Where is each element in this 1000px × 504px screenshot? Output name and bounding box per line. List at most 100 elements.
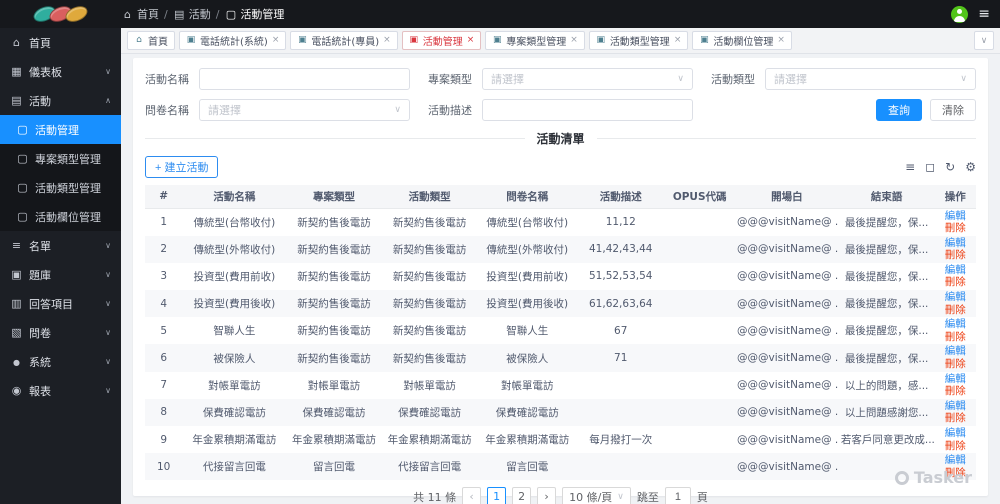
cell-project-type: 對帳單電訪 [307, 379, 361, 392]
cell-actions: 編輯 刪除 [934, 344, 976, 371]
cell-project-type: 新契約售後電訪 [297, 298, 371, 311]
edit-link[interactable]: 編輯 [936, 291, 974, 304]
sidebar-item-activity-management[interactable]: 活動管理 [0, 115, 121, 144]
cell-activity-name: 代接留言回電 [202, 461, 266, 474]
tab-phone-stats-agent[interactable]: 電話統計(專員) [290, 31, 398, 50]
sidebar-item-activity[interactable]: 活動 [0, 86, 121, 115]
document-icon [224, 9, 237, 20]
tab-activity-management[interactable]: 活動管理 [401, 31, 482, 50]
refresh-icon[interactable] [945, 161, 955, 173]
tab-activity-type-management[interactable]: 活動類型管理 [588, 31, 689, 50]
cell-opus-code [664, 208, 735, 236]
create-activity-button[interactable]: + 建立活動 [145, 156, 219, 178]
tab-phone-stats-system[interactable]: 電話統計(系統) [179, 31, 287, 50]
activity-name-label: 活動名稱 [145, 73, 189, 86]
user-avatar[interactable] [951, 5, 969, 23]
close-icon[interactable] [467, 36, 475, 45]
activity-type-select[interactable]: 請選擇 [765, 68, 976, 90]
cell-closing: 最後提醒您，保... [844, 243, 929, 256]
delete-link[interactable]: 刪除 [936, 412, 974, 425]
edit-link[interactable]: 編輯 [936, 210, 974, 223]
sidebar-item-questionnaire[interactable]: 問卷 [0, 318, 121, 347]
tab-home[interactable]: 首頁 [127, 31, 175, 50]
edit-link[interactable]: 編輯 [936, 400, 974, 413]
home-icon [10, 37, 23, 48]
column-settings-icon[interactable] [965, 161, 976, 173]
edit-link[interactable]: 編輯 [936, 237, 974, 250]
delete-link[interactable]: 刪除 [936, 276, 974, 289]
header-index: # [145, 185, 183, 209]
cell-questionnaire: 保費確認電訪 [495, 406, 559, 419]
delete-link[interactable]: 刪除 [936, 331, 974, 344]
activity-name-input[interactable] [199, 68, 410, 90]
tab-project-type-management[interactable]: 專案類型管理 [485, 31, 585, 50]
search-button[interactable]: 查詢 [876, 99, 922, 121]
breadcrumb-home[interactable]: 首頁 [121, 6, 159, 22]
cell-opening: @@@visitName@ ... [736, 243, 839, 256]
edit-link[interactable]: 編輯 [936, 373, 974, 386]
questionnaire-label: 問卷名稱 [145, 104, 189, 117]
sidebar-item-system[interactable]: 系統 [0, 347, 121, 376]
breadcrumb-activity[interactable]: 活動 [173, 6, 211, 22]
cell-description: 71 [614, 352, 628, 365]
delete-link[interactable]: 刪除 [936, 222, 974, 235]
sidebar-item-project-type-management[interactable]: 專案類型管理 [0, 144, 121, 173]
delete-link[interactable]: 刪除 [936, 385, 974, 398]
sidebar-item-dashboard[interactable]: 儀表板 [0, 57, 121, 86]
jump-page-input[interactable] [664, 487, 691, 504]
sidebar-item-activity-type-management[interactable]: 活動類型管理 [0, 173, 121, 202]
delete-link[interactable]: 刪除 [936, 440, 974, 453]
delete-link[interactable]: 刪除 [936, 249, 974, 262]
delete-link[interactable]: 刪除 [936, 358, 974, 371]
close-icon[interactable] [777, 36, 785, 45]
prev-page-button[interactable] [462, 487, 482, 504]
sidebar-item-reports[interactable]: 報表 [0, 376, 121, 405]
cell-index: 2 [160, 243, 168, 256]
cell-actions: 編輯 刪除 [934, 263, 976, 290]
hamburger-menu-icon[interactable] [978, 7, 990, 21]
page-button-1[interactable]: 1 [487, 487, 507, 504]
tab-activity-field-management[interactable]: 活動欄位管理 [692, 31, 792, 50]
table-row: 2 傳統型(外幣收付) 新契約售後電訪 新契約售後電訪 傳統型(外幣收付) 41… [145, 235, 976, 263]
cell-index: 8 [160, 406, 168, 419]
sidebar-item-name-list[interactable]: 名單 [0, 231, 121, 260]
sidebar-item-question-bank[interactable]: 題庫 [0, 260, 121, 289]
project-type-select[interactable]: 請選擇 [482, 68, 693, 90]
description-input[interactable] [482, 99, 693, 121]
edit-link[interactable]: 編輯 [936, 427, 974, 440]
clear-button[interactable]: 清除 [930, 99, 976, 121]
sidebar-item-home[interactable]: 首頁 [0, 28, 121, 57]
tab-label: 首頁 [148, 37, 168, 48]
tabs-dropdown-button[interactable] [974, 31, 994, 50]
fullscreen-icon[interactable] [925, 161, 935, 173]
cell-opening: @@@visitName@ ... [736, 216, 839, 229]
density-icon[interactable] [905, 161, 915, 173]
close-icon[interactable] [674, 36, 682, 45]
header-opus-code: OPUS代碼 [664, 185, 735, 209]
cell-index: 1 [160, 216, 168, 229]
edit-link[interactable]: 編輯 [936, 264, 974, 277]
sidebar-item-answer-items[interactable]: 回答項目 [0, 289, 121, 318]
tab-label: 電話統計(專員) [311, 37, 380, 48]
cell-actions: 編輯 刪除 [934, 399, 976, 426]
close-icon[interactable] [272, 36, 280, 45]
home-icon [134, 36, 144, 45]
sidebar-item-activity-field-management[interactable]: 活動欄位管理 [0, 202, 121, 231]
close-icon[interactable] [570, 36, 578, 45]
page-size-select[interactable]: 10 條/頁 [562, 487, 631, 504]
filter-row-1: 活動名稱 專案類型 請選擇 活動類型 請選擇 [145, 68, 976, 90]
edit-link[interactable]: 編輯 [936, 318, 974, 331]
next-page-button[interactable] [537, 487, 557, 504]
close-icon[interactable] [383, 36, 391, 45]
cell-activity-name: 年金累積期滿電訪 [192, 434, 277, 447]
questionnaire-select[interactable]: 請選擇 [199, 99, 410, 121]
table-row: 8 保費確認電訪 保費確認電訪 保費確認電訪 保費確認電訪 @@@visitNa… [145, 398, 976, 426]
edit-link[interactable]: 編輯 [936, 345, 974, 358]
tabs-view: 首頁 電話統計(系統) 電話統計(專員) 活動管理 專案類型管理 活動類型管理 … [121, 28, 1000, 54]
cell-questionnaire: 傳統型(外幣收付) [486, 243, 569, 256]
table-body: 1 傳統型(台幣收付) 新契約售後電訪 新契約售後電訪 傳統型(台幣收付) 11… [145, 208, 976, 481]
cell-activity-type: 新契約售後電訪 [392, 270, 467, 283]
edit-link[interactable]: 編輯 [936, 454, 974, 467]
delete-link[interactable]: 刪除 [936, 304, 974, 317]
page-button-2[interactable]: 2 [512, 487, 532, 504]
